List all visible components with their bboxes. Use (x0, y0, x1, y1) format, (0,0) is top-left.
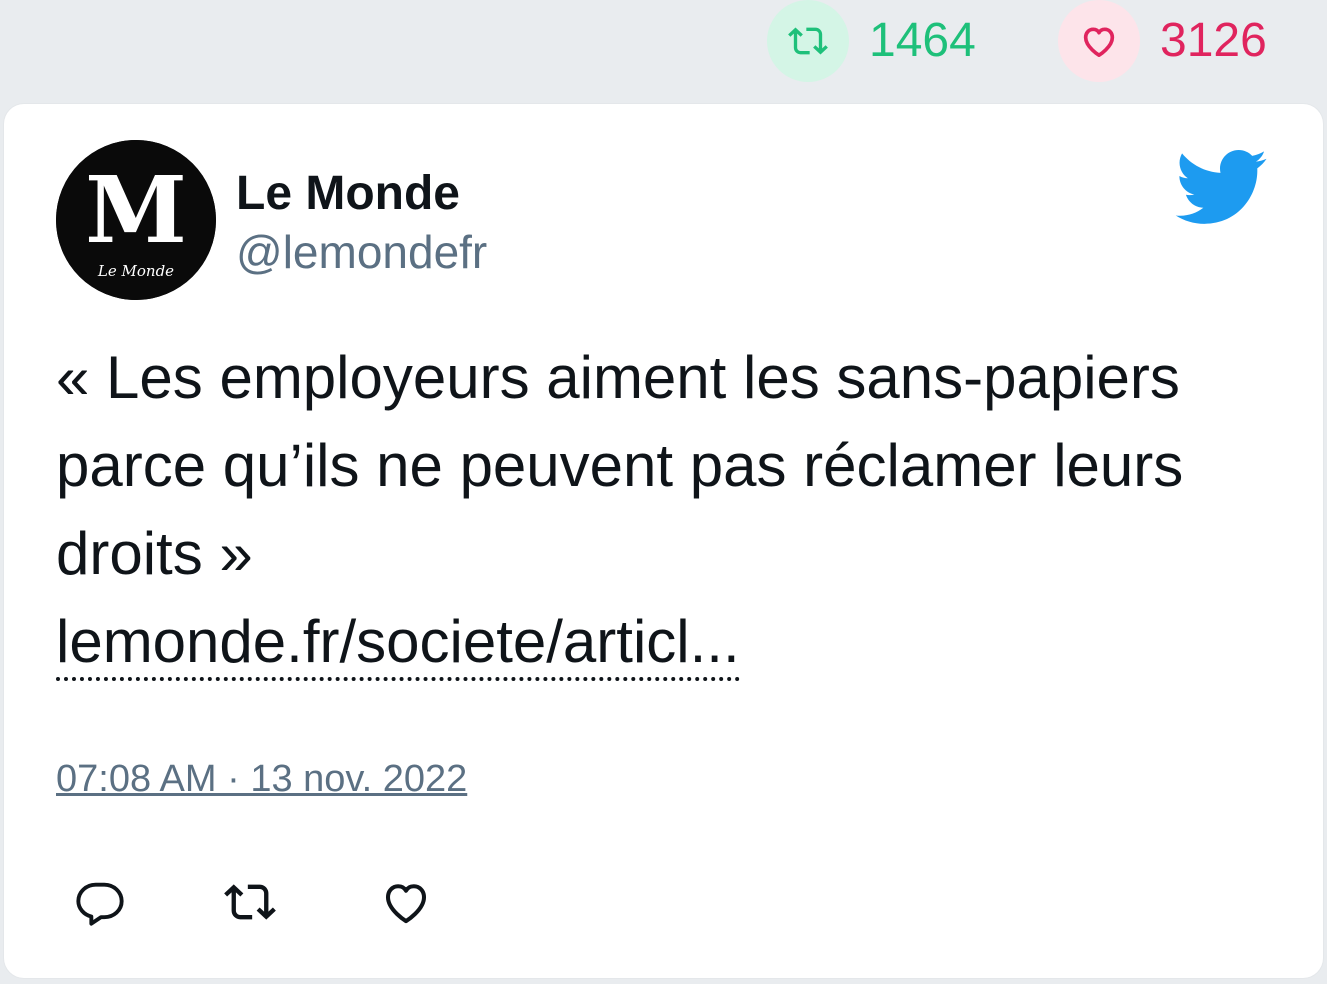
heart-icon (385, 884, 427, 924)
heart-icon[interactable] (1058, 0, 1140, 82)
tweet-card: M Le Monde Le Monde @lemondefr « Les emp… (4, 104, 1323, 978)
le-monde-logo-icon: M Le Monde (56, 140, 216, 300)
author-handle[interactable]: @lemondefr (236, 224, 487, 280)
reply-icon (76, 882, 124, 926)
svg-text:M: M (85, 156, 187, 264)
like-count: 3126 (1160, 14, 1267, 67)
twitter-bird-icon[interactable] (1172, 146, 1268, 228)
like-stat[interactable]: 3126 (1058, 0, 1267, 82)
retweet-button[interactable] (220, 872, 280, 932)
retweet-stat[interactable]: 1464 (767, 0, 976, 82)
reply-button[interactable] (70, 872, 130, 932)
svg-text:Le Monde: Le Monde (97, 262, 174, 280)
avatar[interactable]: M Le Monde (56, 140, 216, 300)
tweet-stats-bar: 1464 3126 (0, 0, 1327, 100)
tweet-link[interactable]: lemonde.fr/societe/articl... (56, 607, 740, 681)
tweet-timestamp[interactable]: 07:08 AM · 13 nov. 2022 (56, 756, 467, 802)
like-button[interactable] (376, 872, 436, 932)
author-name[interactable]: Le Monde (236, 166, 460, 222)
tweet-text: « Les employeurs aiment les sans-papiers… (56, 344, 1184, 587)
tweet-body: « Les employeurs aiment les sans-papiers… (56, 334, 1236, 686)
retweet-count: 1464 (869, 14, 976, 67)
retweet-icon (224, 884, 276, 920)
retweet-icon[interactable] (767, 0, 849, 82)
